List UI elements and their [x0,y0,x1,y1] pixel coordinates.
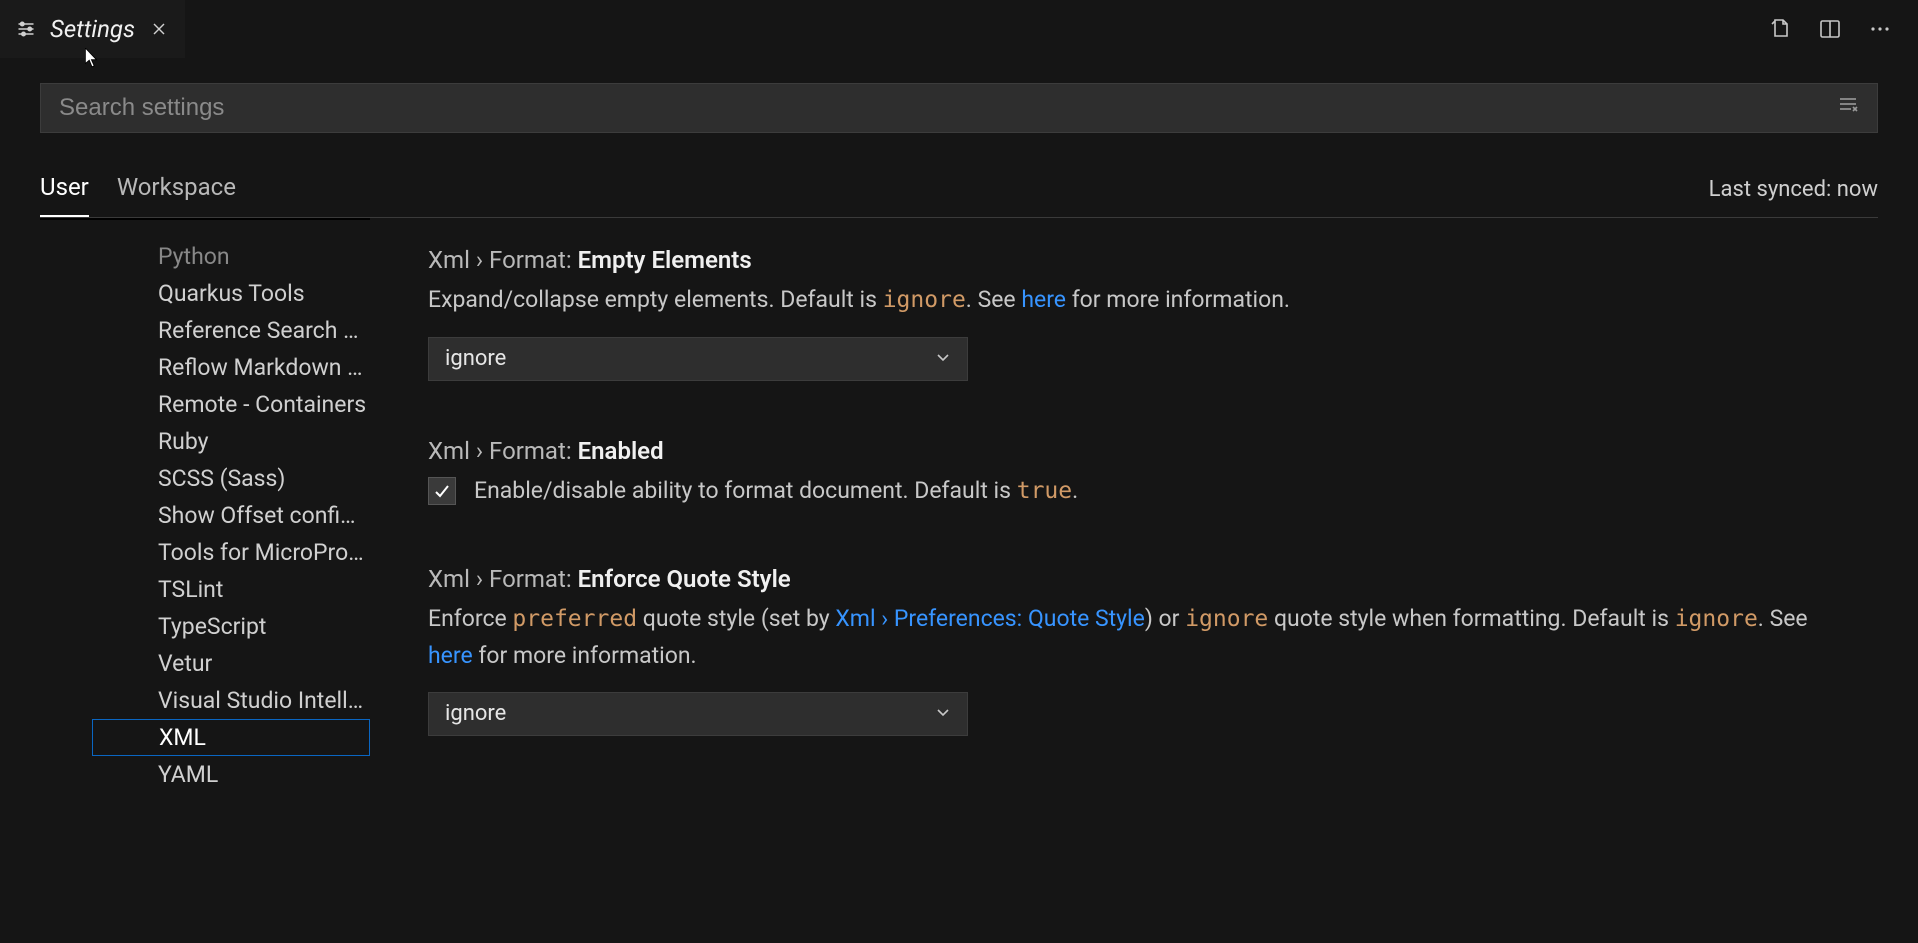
setting-enforce-quote-style: Xml › Format: Enforce Quote Style Enforc… [428,565,1838,735]
toc-item[interactable]: TypeScript [40,608,370,645]
desc-text: Expand/collapse empty elements. Default … [428,286,883,313]
search-input[interactable] [59,94,1837,122]
desc-text: . See [1758,605,1808,632]
setting-select[interactable]: ignore [428,337,968,381]
chevron-down-icon [935,346,951,371]
desc-link-quote-style[interactable]: Xml › Preferences: Quote Style [835,605,1144,632]
title-key: Enabled [578,437,664,465]
scope-tab-user[interactable]: User [40,161,89,217]
desc-text: for more information. [473,642,697,669]
desc-text: . See [966,286,1022,313]
select-value: ignore [445,701,506,726]
toc-item-xml[interactable]: XML [92,719,370,756]
setting-title: Xml › Format: Empty Elements [428,246,1838,274]
desc-code: ignore [1675,606,1758,632]
desc-text: ) or [1145,605,1185,632]
toc-item[interactable]: SCSS (Sass) [40,460,370,497]
toc-item[interactable]: Reflow Markdown … [40,349,370,386]
more-actions-icon[interactable] [1866,15,1894,43]
settings-editor[interactable]: Xml › Format: Empty Elements Expand/coll… [370,218,1878,928]
mouse-cursor-icon [85,48,99,68]
toc-item[interactable]: TSLint [40,571,370,608]
desc-text: Enable/disable ability to format documen… [474,477,1017,504]
settings-content: Python Quarkus Tools Reference Search … … [40,218,1878,928]
close-icon[interactable] [149,19,169,39]
desc-code: preferred [512,606,637,632]
toc-item[interactable]: Visual Studio Intell… [40,682,370,719]
setting-select[interactable]: ignore [428,692,968,736]
desc-code: ignore [1185,606,1268,632]
setting-title: Xml › Format: Enabled [428,437,1838,465]
tabs-right [1766,0,1918,58]
scope-tabs: User Workspace [40,161,236,217]
toc-item[interactable]: Python [40,238,370,275]
setting-empty-elements: Xml › Format: Empty Elements Expand/coll… [428,246,1838,381]
clear-search-icon[interactable] [1837,94,1859,122]
toc-item[interactable]: Reference Search … [40,312,370,349]
setting-description: Enforce preferred quote style (set by Xm… [428,601,1838,673]
title-key: Empty Elements [578,246,752,274]
desc-text: quote style (set by [637,605,835,632]
checkbox[interactable] [428,477,456,505]
settings-body: User Workspace Last synced: now Python Q… [0,58,1918,943]
desc-text: Enforce [428,605,512,632]
setting-format-enabled: Xml › Format: Enabled Enable/disable abi… [428,437,1838,510]
split-editor-icon[interactable] [1816,15,1844,43]
tab-title: Settings [50,15,135,43]
title-key: Enforce Quote Style [578,565,791,593]
desc-link-here[interactable]: here [1021,286,1066,313]
settings-outline-icon [16,19,36,39]
toc-item[interactable]: Tools for MicroPro… [40,534,370,571]
toc-item[interactable]: Remote - Containers [40,386,370,423]
toc-item[interactable]: Vetur [40,645,370,682]
setting-description: Expand/collapse empty elements. Default … [428,282,1838,319]
title-crumb: Xml › Format: [428,565,572,593]
scope-tab-workspace[interactable]: Workspace [117,161,236,217]
select-value: ignore [445,346,506,371]
setting-checkbox-row: Enable/disable ability to format documen… [428,473,1838,510]
settings-toc[interactable]: Python Quarkus Tools Reference Search … … [40,218,370,928]
sync-status: Last synced: now [1709,177,1878,202]
desc-text: for more information. [1066,286,1290,313]
open-changes-icon[interactable] [1766,15,1794,43]
desc-link-here[interactable]: here [428,642,473,669]
setting-title: Xml › Format: Enforce Quote Style [428,565,1838,593]
chevron-down-icon [935,701,951,726]
toc-item[interactable]: Show Offset confi… [40,497,370,534]
scope-row: User Workspace Last synced: now [40,161,1878,218]
tab-bar: Settings [0,0,1918,58]
toc-item[interactable]: YAML [40,756,370,793]
title-crumb: Xml › Format: [428,437,572,465]
desc-code: true [1017,478,1072,504]
desc-code: ignore [883,287,966,313]
setting-description: Enable/disable ability to format documen… [474,473,1078,510]
desc-text: . [1072,477,1078,504]
toc-item[interactable]: Quarkus Tools [40,275,370,312]
desc-text: quote style when formatting. Default is [1268,605,1674,632]
title-crumb: Xml › Format: [428,246,572,274]
search-settings[interactable] [40,83,1878,133]
toc-item[interactable]: Ruby [40,423,370,460]
